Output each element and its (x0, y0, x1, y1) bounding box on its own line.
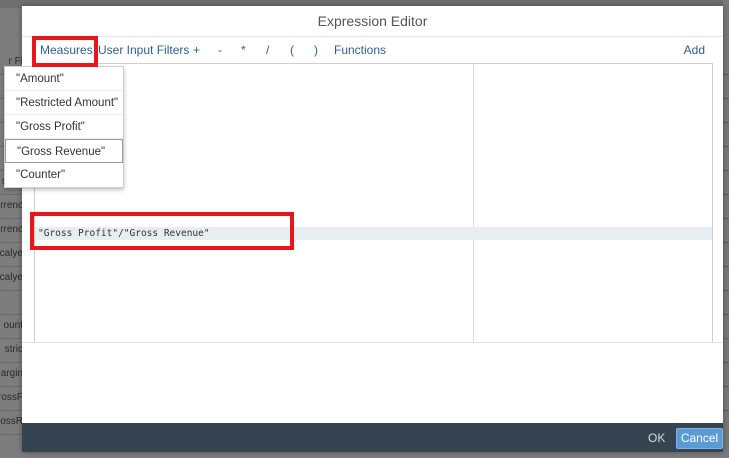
measure-item-gross-profit[interactable]: "Gross Profit" (5, 115, 123, 139)
measure-item-gross-revenue[interactable]: "Gross Revenue" (5, 139, 123, 163)
minus-operator-button[interactable]: - (218, 37, 222, 64)
background-row: rrenc (0, 218, 24, 243)
ok-button[interactable]: OK (648, 431, 665, 445)
measures-dropdown: "Amount" "Restricted Amount" "Gross Prof… (4, 66, 124, 188)
measure-item-counter[interactable]: "Counter" (5, 163, 123, 187)
editor-toolbar: Measures User Input Filters + - * / ( ) … (22, 36, 723, 64)
background-row: argin (0, 362, 24, 387)
user-input-filters-button[interactable]: User Input Filters (98, 37, 189, 64)
plus-operator-button[interactable]: + (193, 37, 200, 64)
editor-bottom-divider (22, 342, 723, 343)
background-right-edge (723, 0, 729, 458)
expression-editor-area[interactable]: "Gross Profit"/"Gross Revenue" (34, 63, 713, 343)
background-row: ount (0, 314, 24, 339)
dialog-title: Expression Editor (317, 13, 428, 29)
multiply-operator-button[interactable]: * (241, 37, 246, 64)
background-row (0, 290, 24, 315)
divide-operator-button[interactable]: / (266, 37, 269, 64)
measure-item-amount[interactable]: "Amount" (5, 67, 123, 91)
functions-button[interactable]: Functions (334, 37, 386, 64)
measures-highlight-box (32, 36, 98, 67)
close-paren-button[interactable]: ) (314, 37, 318, 64)
cancel-button[interactable]: Cancel (676, 428, 723, 449)
dialog-footer: OK Cancel (22, 423, 723, 452)
editor-column-divider (473, 64, 474, 342)
background-row: calye (0, 242, 24, 267)
background-row: ossR (0, 410, 24, 435)
measure-item-restricted-amount[interactable]: "Restricted Amount" (5, 91, 123, 115)
expression-highlight-box (30, 212, 294, 250)
background-row: stric (0, 338, 24, 363)
open-paren-button[interactable]: ( (290, 37, 294, 64)
background-row: rrenc (0, 194, 24, 219)
background-row: rossF (0, 386, 24, 411)
background-row: calye (0, 266, 24, 291)
add-button[interactable]: Add (684, 37, 705, 64)
